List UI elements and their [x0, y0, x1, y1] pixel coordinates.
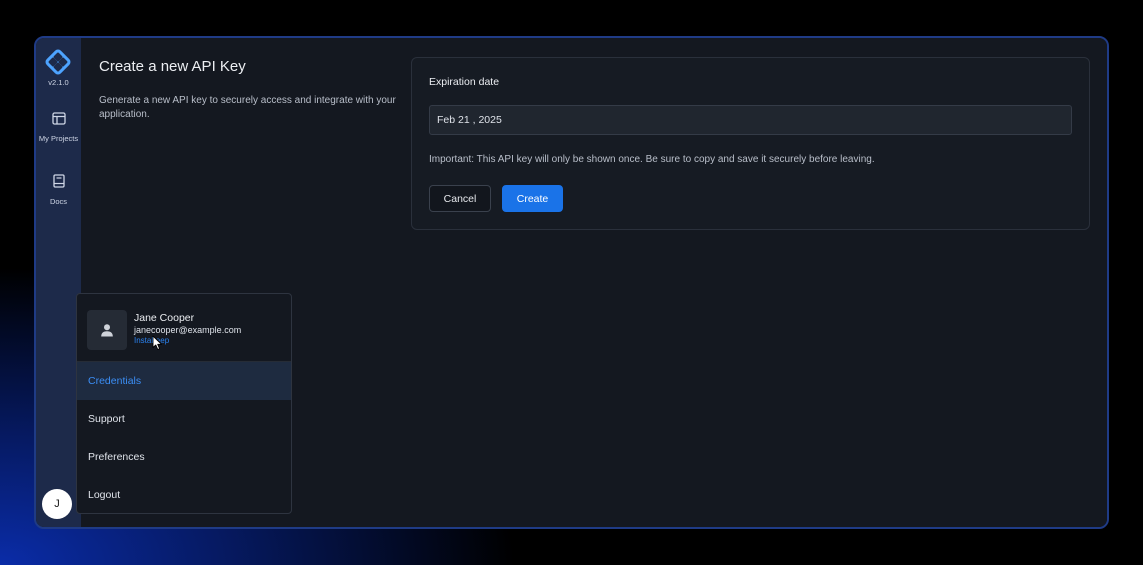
user-name: Jane Cooper — [134, 312, 195, 324]
sidebar-item-label: My Projects — [38, 134, 79, 143]
page-description: Generate a new API key to securely acces… — [99, 95, 396, 120]
create-button[interactable]: Create — [502, 185, 563, 212]
book-icon — [52, 174, 65, 188]
page-title: Create a new API Key — [99, 58, 246, 75]
important-note: Important: This API key will only be sho… — [429, 154, 875, 165]
user-menu-header: Jane Cooper janecooper@example.com Insta… — [77, 294, 291, 362]
layout-icon — [51, 112, 66, 125]
sidebar-item-label: Docs — [49, 197, 68, 206]
user-icon — [101, 324, 113, 337]
version-label: v2.1.0 — [48, 78, 69, 87]
logo-icon[interactable] — [44, 48, 72, 76]
sidebar: v2.1.0 My Projects Docs J — [36, 38, 81, 527]
avatar — [87, 310, 127, 350]
sidebar-item-my-projects[interactable]: My Projects — [36, 112, 81, 144]
user-email: janecooper@example.com — [134, 325, 242, 335]
expiration-date-input[interactable] — [429, 105, 1072, 135]
api-key-form: Expiration date Important: This API key … — [411, 57, 1090, 230]
menu-item-logout[interactable]: Logout — [77, 476, 291, 513]
user-avatar-button[interactable]: J — [42, 489, 72, 519]
sidebar-item-docs[interactable]: Docs — [36, 174, 81, 207]
menu-item-preferences[interactable]: Preferences — [77, 438, 291, 476]
cancel-button[interactable]: Cancel — [429, 185, 491, 212]
user-menu: Jane Cooper janecooper@example.com Insta… — [76, 293, 292, 514]
menu-item-support[interactable]: Support — [77, 400, 291, 438]
expiration-date-label: Expiration date — [429, 76, 500, 88]
menu-item-credentials[interactable]: Credentials — [77, 362, 291, 400]
mouse-cursor-icon — [152, 335, 162, 350]
